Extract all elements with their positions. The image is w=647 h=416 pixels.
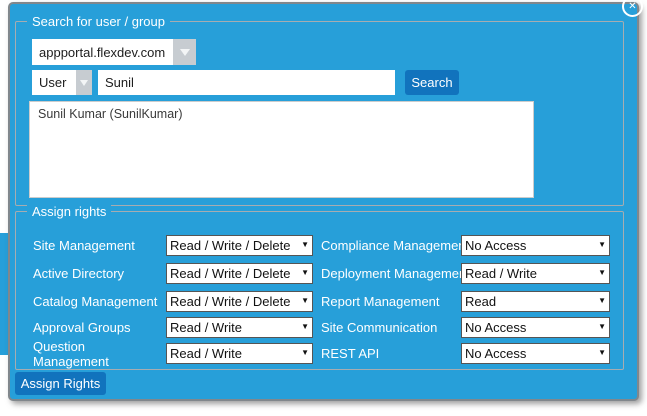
active-directory-label: Active Directory [33, 263, 163, 284]
site-management-label: Site Management [33, 235, 163, 256]
search-type-value: User [32, 70, 76, 95]
report-management-select[interactable]: Read [461, 291, 610, 312]
assign-rights-groupbox-legend: Assign rights [27, 204, 111, 220]
approval-groups-label: Approval Groups [33, 317, 163, 338]
deployment-management-label: Deployment Management [321, 263, 463, 284]
rest-api-select[interactable]: No Access [461, 343, 610, 364]
list-item[interactable]: Sunil Kumar (SunilKumar) [30, 102, 533, 126]
rest-api-label: REST API [321, 343, 463, 364]
assign-rights-button[interactable]: Assign Rights [15, 372, 106, 395]
search-type-dropdown[interactable]: User [32, 70, 92, 95]
site-communication-select[interactable]: No Access [461, 317, 610, 338]
question-management-label: Question Management [33, 338, 163, 370]
active-directory-select[interactable]: Read / Write / Delete [166, 263, 313, 284]
site-communication-label: Site Communication [321, 317, 463, 338]
triangle-glyph [80, 80, 88, 86]
search-results-listbox[interactable]: Sunil Kumar (SunilKumar) [29, 101, 534, 198]
close-icon[interactable]: ✕ [622, 0, 643, 17]
close-glyph: ✕ [628, 2, 636, 12]
question-management-select[interactable]: Read / Write [166, 343, 313, 364]
search-input[interactable] [98, 70, 395, 95]
triangle-glyph [180, 49, 190, 56]
catalog-management-select[interactable]: Read / Write / Delete [166, 291, 313, 312]
chevron-down-icon[interactable] [173, 39, 196, 65]
approval-groups-select[interactable]: Read / Write [166, 317, 313, 338]
chevron-down-icon[interactable] [76, 70, 92, 95]
domain-dropdown-value: appportal.flexdev.com [32, 39, 173, 65]
site-management-select[interactable]: Read / Write / Delete [166, 235, 313, 256]
catalog-management-label: Catalog Management [33, 291, 163, 312]
assign-rights-dialog: Search for user / group appportal.flexde… [8, 2, 639, 401]
deployment-management-select[interactable]: Read / Write [461, 263, 610, 284]
search-groupbox-legend: Search for user / group [27, 14, 170, 30]
search-groupbox: Search for user / group appportal.flexde… [15, 21, 624, 206]
page-background: Search for user / group appportal.flexde… [0, 0, 647, 416]
domain-dropdown[interactable]: appportal.flexdev.com [32, 39, 196, 65]
compliance-management-label: Compliance Management [321, 235, 463, 256]
assign-rights-groupbox: Assign rights Site Management Read / Wri… [15, 211, 624, 370]
compliance-management-select[interactable]: No Access [461, 235, 610, 256]
report-management-label: Report Management [321, 291, 463, 312]
search-button[interactable]: Search [405, 70, 459, 95]
